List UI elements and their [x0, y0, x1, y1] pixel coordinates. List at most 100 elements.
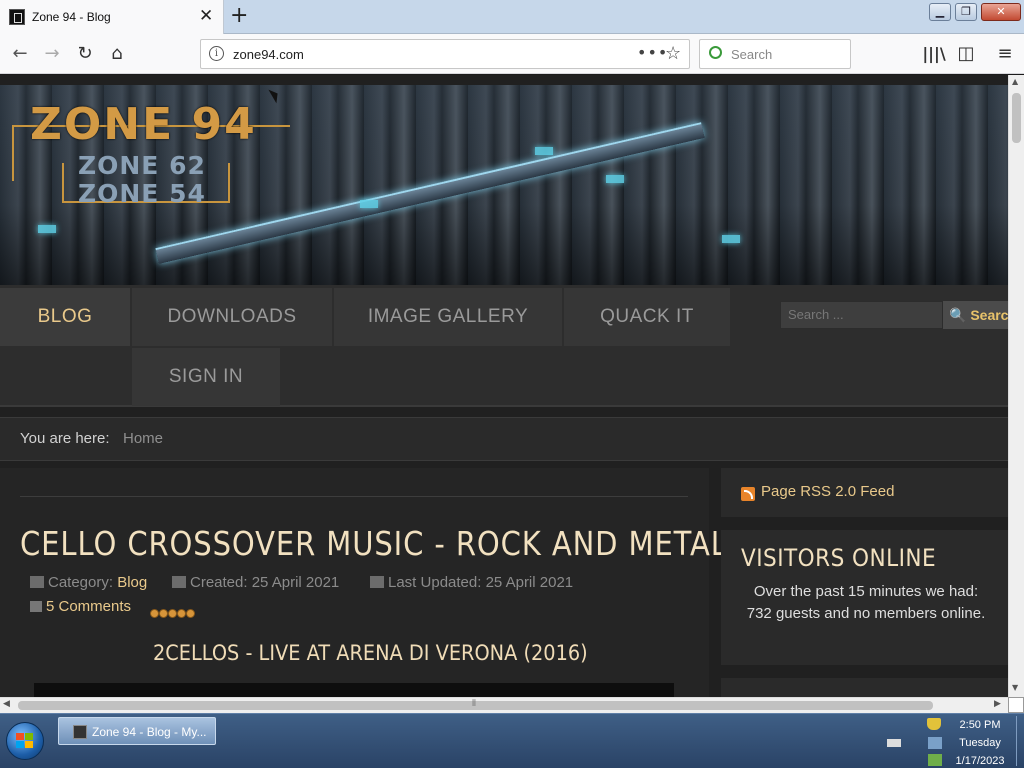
calendar-edit-icon	[370, 576, 384, 588]
reload-icon[interactable]: ↻	[73, 42, 97, 66]
clock-day: Tuesday	[959, 737, 1001, 749]
header-banner: ZONE 94 ZONE 62 ZONE 54	[0, 85, 1008, 285]
maximize-button[interactable]: ❐	[955, 3, 977, 21]
vertical-scrollbar[interactable]: ▲ ▼	[1008, 75, 1024, 697]
video-embed[interactable]	[34, 683, 674, 697]
updated-date: Last Updated: 25 April 2021	[388, 574, 574, 591]
banner-light-graphic	[38, 225, 56, 233]
forward-icon[interactable]: →	[40, 42, 64, 66]
action-center-icon[interactable]	[928, 754, 942, 766]
restore-icon: ❐	[961, 5, 971, 18]
rss-feed-link[interactable]: Page RSS 2.0 Feed	[761, 483, 894, 500]
menu-item-blog[interactable]: BLOG	[0, 288, 130, 346]
search-icon: 🔍	[949, 307, 967, 323]
keyboard-icon[interactable]	[887, 739, 901, 747]
taskbar-firefox-button[interactable]: Zone 94 - Blog - My...	[58, 717, 216, 745]
horizontal-scrollbar[interactable]: ◀ ⦀ ▶	[0, 697, 1008, 713]
site-search-button[interactable]: 🔍 Search	[943, 301, 1008, 329]
minimize-icon: ▁	[935, 5, 945, 18]
rating-star-icon[interactable]	[168, 609, 177, 618]
hamburger-menu-icon[interactable]: ≡	[993, 42, 1017, 66]
bookmark-star-icon[interactable]: ☆	[665, 43, 681, 64]
clock-date: 1/17/2023	[955, 755, 1005, 767]
rating-star-icon[interactable]	[150, 609, 159, 618]
sidebar-toggle-icon[interactable]: ◫	[954, 42, 978, 66]
menu-item-sign-in[interactable]: SIGN IN	[132, 348, 280, 406]
browser-nav-bar: ← → ↻ ⌂ i zone94.com ••• ☆ Search |||\ ◫…	[0, 34, 1024, 74]
show-desktop-button[interactable]	[1016, 716, 1024, 766]
network-icon[interactable]	[928, 737, 942, 749]
visitors-title: VISITORS ONLINE	[741, 544, 937, 572]
calendar-icon	[172, 576, 186, 588]
category-link[interactable]: Blog	[117, 574, 147, 591]
site-search-button-label: Search	[970, 307, 1008, 323]
taskbar-button-label: Zone 94 - Blog - My...	[92, 725, 207, 739]
security-shield-icon[interactable]	[927, 718, 941, 730]
library-icon[interactable]: |||\	[922, 42, 946, 66]
system-clock[interactable]: 2:50 PM Tuesday 1/17/2023	[946, 716, 1014, 768]
sidebar-module	[721, 678, 1008, 697]
back-icon[interactable]: ←	[8, 42, 32, 66]
rating-star-icon[interactable]	[159, 609, 168, 618]
article-title: CELLO CROSSOVER MUSIC - ROCK AND METAL	[20, 524, 728, 563]
article-subtitle: 2CELLOS - LIVE AT ARENA DI VERONA (2016)	[153, 641, 588, 665]
minimize-button[interactable]: ▁	[929, 3, 951, 21]
banner-light-graphic	[360, 200, 378, 208]
breadcrumb-label: You are here:	[20, 430, 110, 447]
star-rating[interactable]	[150, 603, 195, 622]
new-tab-icon[interactable]: +	[230, 4, 248, 28]
app-icon	[73, 725, 87, 739]
browser-tab[interactable]: Zone 94 - Blog ✕	[0, 0, 224, 34]
rss-icon	[741, 487, 755, 501]
comment-icon	[30, 601, 42, 612]
browser-search-field[interactable]: Search	[699, 39, 851, 69]
browser-search-placeholder[interactable]: Search	[731, 47, 772, 62]
url-text[interactable]: zone94.com	[233, 47, 304, 62]
scroll-down-icon[interactable]: ▼	[1012, 683, 1018, 692]
rating-star-icon[interactable]	[186, 609, 195, 618]
sidebar-visitors: VISITORS ONLINE Over the past 15 minutes…	[721, 530, 1008, 665]
close-window-icon: ✕	[996, 5, 1006, 18]
scroll-up-icon[interactable]: ▲	[1012, 77, 1018, 86]
article-comments: 5 Comments	[30, 598, 131, 615]
scroll-left-icon[interactable]: ◀	[3, 699, 10, 709]
menu-item-quack-it[interactable]: QUACK IT	[564, 288, 730, 346]
scroll-corner	[1008, 697, 1024, 713]
taskbar: Zone 94 - Blog - My... 2:50 PM Tuesday 1…	[0, 713, 1024, 768]
banner-light-graphic	[722, 235, 740, 243]
comments-link[interactable]: 5 Comments	[46, 598, 131, 615]
site-search-input[interactable]: Search ...	[780, 301, 943, 329]
close-tab-icon[interactable]: ✕	[199, 6, 213, 26]
vertical-scroll-thumb[interactable]	[1012, 93, 1021, 143]
page-actions-icon[interactable]: •••	[637, 43, 668, 62]
folder-icon	[30, 576, 44, 588]
visitors-text: Over the past 15 minutes we had: 732 gue…	[746, 583, 986, 622]
clock-time: 2:50 PM	[959, 719, 1001, 731]
site-navigation: BLOG DOWNLOADS IMAGE GALLERY QUACK IT SI…	[0, 285, 1008, 407]
breadcrumb: You are here: Home	[0, 417, 1008, 461]
article-updated: Last Updated: 25 April 2021	[370, 574, 573, 591]
rating-star-icon[interactable]	[177, 609, 186, 618]
breadcrumb-home: Home	[123, 430, 164, 447]
site-favicon-icon	[9, 9, 25, 25]
close-window-button[interactable]: ✕	[981, 3, 1021, 21]
page-viewport: ZONE 94 ZONE 62 ZONE 54 BLOG DOWNLOADS I…	[0, 75, 1008, 697]
category-label: Category:	[48, 574, 114, 591]
windows-logo-icon	[16, 733, 34, 749]
site-logo-sub1: ZONE 62	[78, 151, 206, 180]
search-icon	[709, 46, 722, 59]
menu-item-downloads[interactable]: DOWNLOADS	[132, 288, 332, 346]
sidebar-rss: Page RSS 2.0 Feed	[721, 468, 1008, 517]
created-date: Created: 25 April 2021	[190, 574, 340, 591]
site-info-icon[interactable]: i	[209, 46, 224, 61]
browser-tab-bar: Zone 94 - Blog ✕ + ▁ ❐ ✕	[0, 0, 1024, 34]
home-icon[interactable]: ⌂	[105, 42, 129, 66]
banner-light-graphic	[606, 175, 624, 183]
banner-light-graphic	[535, 147, 553, 155]
scroll-right-icon[interactable]: ▶	[994, 699, 1001, 709]
address-bar[interactable]: i zone94.com ••• ☆	[200, 39, 690, 69]
site-logo-sub2: ZONE 54	[78, 179, 206, 208]
scroll-grip-icon: ⦀	[472, 699, 476, 709]
site-logo-main[interactable]: ZONE 94	[30, 99, 257, 150]
menu-item-image-gallery[interactable]: IMAGE GALLERY	[334, 288, 562, 346]
